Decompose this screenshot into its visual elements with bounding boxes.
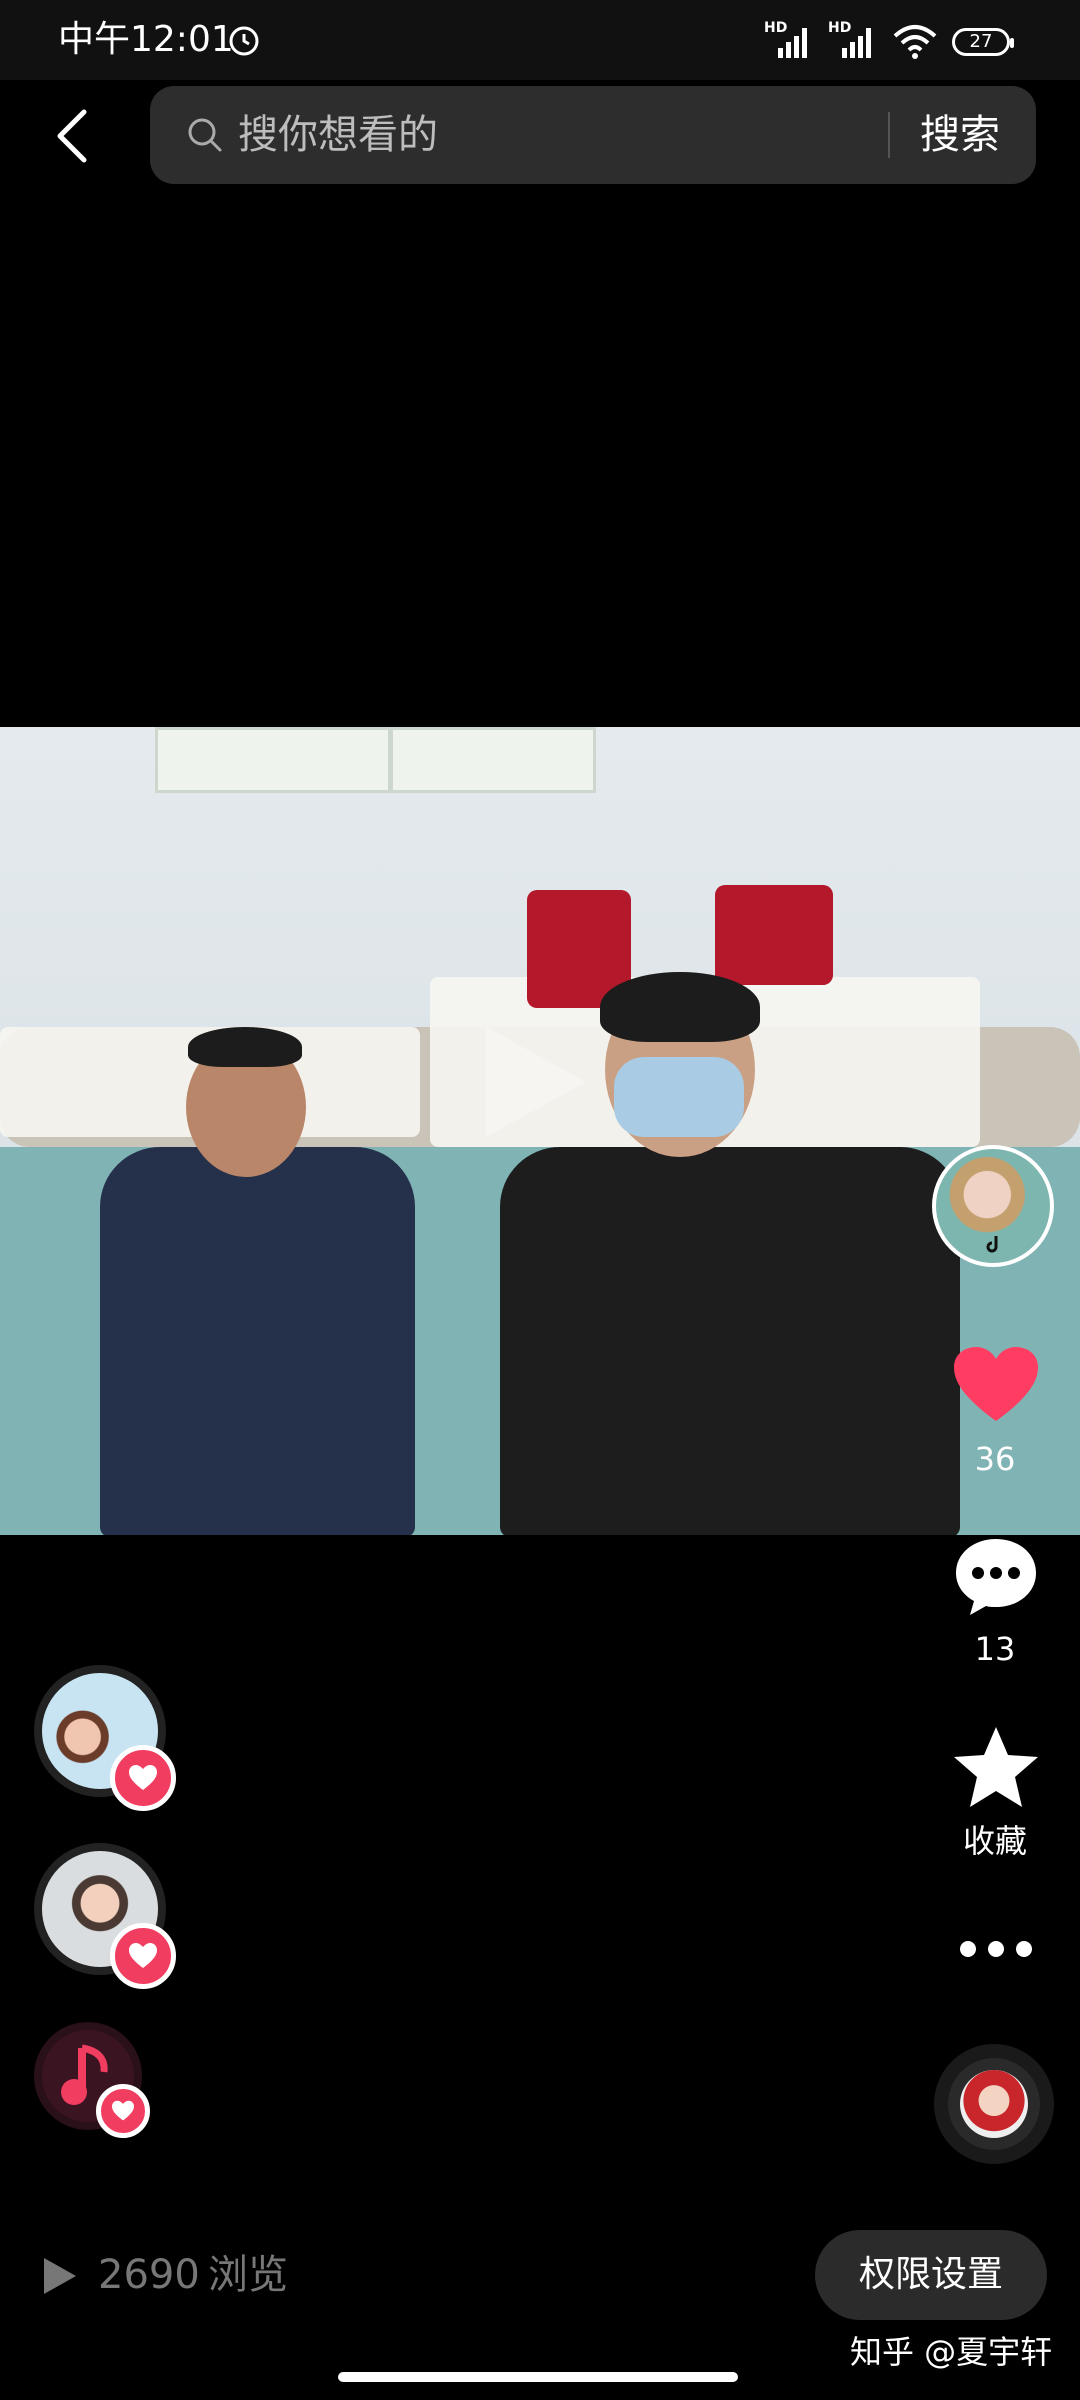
play-overlay-icon: [486, 1027, 586, 1137]
music-cover: [960, 2070, 1028, 2138]
tiktok-badge-icon: [986, 1236, 998, 1253]
like-heart-icon[interactable]: [952, 1345, 1040, 1425]
heart-icon: [112, 2100, 134, 2121]
watermark: 知乎 @夏宇轩: [850, 2333, 1053, 2371]
person-left: [100, 1147, 415, 1535]
author-avatar[interactable]: [932, 1145, 1054, 1267]
person-right-hair: [600, 972, 760, 1042]
signal-hd-label: HD: [764, 20, 788, 36]
search-icon: [188, 118, 222, 152]
views-label: 浏览: [208, 2252, 288, 2298]
comment-count: 13: [974, 1630, 1016, 1668]
home-indicator[interactable]: [338, 2372, 738, 2382]
signal-hd-label: HD: [828, 20, 852, 36]
views-count: 2690: [98, 2252, 200, 2298]
heart-badge: [110, 1923, 176, 1989]
heart-badge: [110, 1745, 176, 1811]
battery-icon: 27: [952, 28, 1014, 56]
wifi-icon: [893, 25, 937, 59]
status-time: 中午12:01: [58, 19, 234, 60]
face-mask: [614, 1057, 744, 1137]
play-count-icon: [44, 2258, 76, 2294]
music-disc[interactable]: [934, 2044, 1054, 2164]
heart-icon: [129, 1943, 157, 1968]
wall-painting: [155, 727, 391, 793]
more-options-icon[interactable]: [956, 1936, 1036, 1962]
search-divider: [888, 112, 890, 158]
back-arrow-icon[interactable]: [52, 108, 92, 164]
star-icon[interactable]: [952, 1725, 1040, 1809]
favorite-label: 收藏: [962, 1822, 1027, 1860]
signal-icon: HD: [828, 20, 878, 62]
video-player[interactable]: [0, 727, 1080, 1535]
search-input[interactable]: 搜你想看的 搜索: [150, 86, 1036, 184]
like-count: 36: [974, 1440, 1016, 1478]
heart-badge: [96, 2084, 150, 2138]
permission-settings-button[interactable]: 权限设置: [815, 2230, 1047, 2320]
wall-painting: [390, 727, 596, 793]
comment-icon[interactable]: [952, 1535, 1040, 1619]
status-icons: HD HD 27: [764, 20, 1014, 62]
alarm-icon: [229, 26, 259, 56]
signal-icon: HD: [764, 20, 814, 62]
red-pillow: [715, 885, 833, 985]
person-right: [500, 1147, 960, 1535]
heart-icon: [129, 1765, 157, 1790]
search-placeholder: 搜你想看的: [238, 112, 438, 158]
search-button[interactable]: 搜索: [920, 110, 1000, 160]
status-bar: 中午12:01 HD HD 27: [0, 0, 1080, 80]
person-left-hair: [188, 1027, 302, 1067]
